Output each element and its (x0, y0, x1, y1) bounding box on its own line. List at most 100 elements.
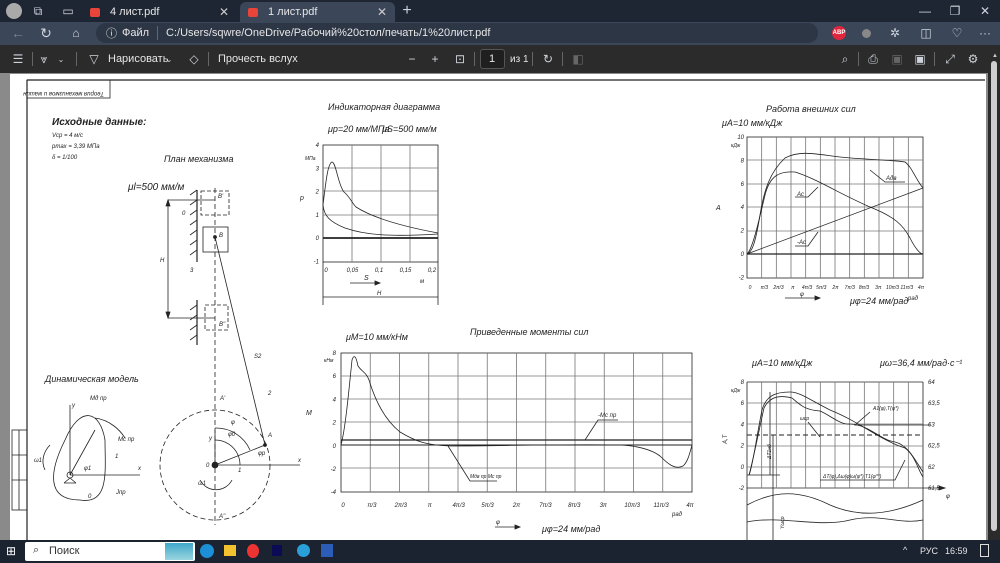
label: y (71, 403, 76, 409)
y-unit: МПа (305, 156, 316, 162)
search-icon: ⌕ (33, 544, 40, 556)
label: 2 (267, 391, 272, 397)
y-axis-label: p (299, 195, 304, 202)
tick-label: 0,05 (347, 268, 359, 274)
tick-label: 8 (741, 380, 745, 386)
tick-label: 2π/3 (772, 285, 784, 291)
tick-label: 4 (741, 205, 745, 211)
tick-label: 8π/3 (859, 285, 870, 291)
tick-label: 2 (740, 229, 745, 235)
taskbar: ⊞ ⌕ Поиск ^ РУС 16:59 (0, 540, 1000, 563)
tick-label: π (428, 503, 433, 509)
curve-label: A1(φ),T(φ*) (872, 406, 899, 412)
work-chart (746, 136, 924, 301)
tick-label: 6 (741, 182, 745, 188)
tick-label: 0 (324, 268, 328, 274)
notifications-icon[interactable] (980, 544, 989, 557)
tick-label: 0 (316, 236, 320, 242)
edge-app-icon[interactable] (200, 544, 214, 558)
indicator-scale-s: μS=500 мм/м (381, 124, 437, 134)
side-stamp (11, 429, 28, 511)
tick-label: 7π/3 (539, 503, 552, 509)
label: H (160, 258, 165, 264)
initial-velocity: Vср = 4 м/с (52, 133, 83, 139)
curve-label: ΔT(φ),Δω(φ)ω(φ*),T1(φ**) (822, 474, 882, 480)
tick-label: π (791, 285, 795, 291)
label: S2 (254, 354, 262, 360)
tick-label: 2π (831, 285, 839, 291)
moments-scale-phi: μφ=24 мм/рад (541, 524, 600, 534)
tick-label: 0 (333, 444, 337, 450)
label: A (267, 433, 272, 439)
x-unit: рад (907, 296, 919, 302)
search-highlight-image (165, 543, 193, 560)
windows-start-icon[interactable]: ⊞ (4, 544, 18, 558)
premiere-icon[interactable] (272, 545, 282, 556)
tick-label: 3π (600, 503, 608, 509)
show-hidden-icons-icon[interactable]: ^ (903, 545, 907, 555)
label: A' (219, 396, 226, 402)
language-indicator[interactable]: РУС (920, 546, 938, 556)
dynamic-model-title: Динамическая модель (44, 374, 139, 384)
curve-label: Yωср (780, 516, 786, 529)
label: A'' (218, 514, 226, 520)
curve-label: ΔT1нб (767, 444, 773, 460)
tick-label: 63,5 (928, 401, 940, 407)
tick-label: 5π/3 (816, 285, 827, 291)
initial-delta: δ = 1/100 (52, 155, 78, 161)
curve-label: -Mс пр (598, 413, 617, 419)
tick-label: π/3 (760, 285, 768, 291)
phi-label: φ (800, 292, 804, 298)
initial-data-title: Исходные данные: (52, 117, 146, 128)
curve-label: Aдв (885, 176, 896, 182)
tick-label: 4π/3 (452, 503, 465, 509)
word-icon[interactable] (321, 544, 333, 557)
energy-scale-a: μA=10 мм/кДж (751, 358, 813, 368)
title-stamp-text: Теория механизмов и машин (22, 90, 104, 96)
tick-label: 4π/3 (802, 285, 813, 291)
y-unit: кДж (731, 388, 741, 394)
tick-label: 2 (315, 190, 320, 196)
mechanism-scale: μl=500 мм/м (127, 182, 184, 193)
label: Jпр (115, 490, 126, 496)
label: φр (258, 451, 266, 457)
moments-title: Приведенные моменты сил (470, 327, 588, 337)
taskbar-search-box[interactable]: ⌕ Поиск (25, 542, 195, 561)
label: 0 (88, 494, 92, 500)
work-scale-phi: μφ=24 мм/рад (849, 296, 908, 306)
tick-label: 8 (333, 351, 337, 357)
engineering-drawing: Теория механизмов и машин Исходные данны… (11, 79, 985, 540)
tick-label: 4 (741, 422, 745, 428)
yandex-browser-icon[interactable] (247, 544, 259, 558)
curve-label: Mдв пр Mс пр (470, 474, 502, 480)
h-label: H (377, 291, 382, 297)
tick-label: 2 (740, 444, 745, 450)
tick-label: 4π (686, 503, 694, 509)
y-axis-label: M (306, 410, 312, 417)
indicator-curve-upper (322, 161, 439, 234)
initial-pressure: pmax = 3,39 МПа (51, 144, 100, 150)
tick-label: 10π/3 (886, 285, 899, 291)
label: 1 (238, 468, 241, 474)
tick-label: 0 (741, 465, 745, 471)
clock[interactable]: 16:59 (945, 546, 968, 556)
label: φ1 (84, 466, 91, 472)
label: 1 (115, 454, 118, 460)
tick-label: -2 (739, 486, 745, 492)
dynamic-model (42, 405, 140, 501)
file-explorer-icon[interactable] (224, 545, 236, 556)
tick-label: 11π/3 (900, 285, 913, 291)
tick-label: 0 (341, 503, 345, 509)
search-placeholder: Поиск (49, 545, 80, 557)
mechanism-labels: B' B B'' 0 3 H S2 2 A' A A'' φ φ0 φр 1 0… (160, 194, 302, 520)
telegram-icon[interactable] (297, 544, 310, 557)
label: B'' (219, 322, 226, 328)
s-label: S (364, 275, 369, 282)
tick-label: 11π/3 (653, 503, 669, 509)
tick-label: 2π/3 (394, 503, 408, 509)
tick-label: 3 (316, 166, 320, 172)
label: B' (218, 194, 224, 200)
moments-scale: μM=10 мм/кНм (345, 332, 408, 342)
work-title: Работа внешних сил (766, 104, 856, 114)
label: 0 (206, 463, 210, 469)
